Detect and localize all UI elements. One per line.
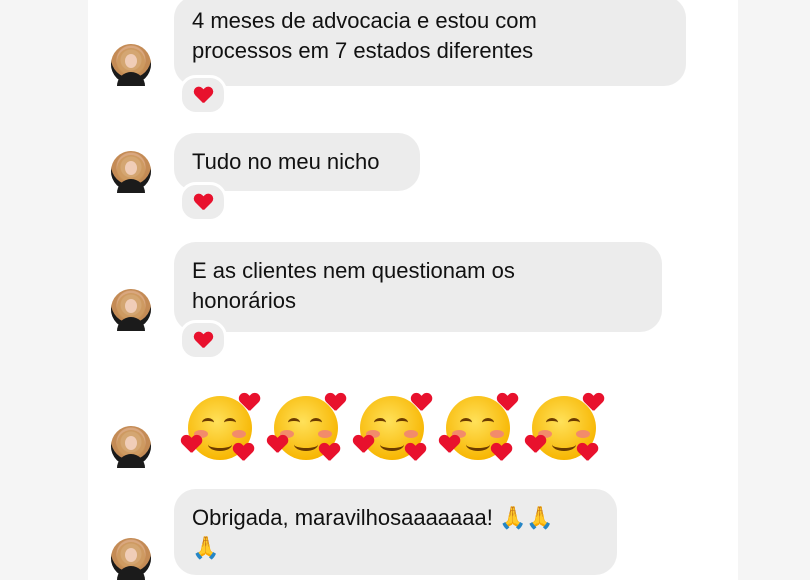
- message-bubble[interactable]: 4 meses de advocacia e estou com process…: [174, 0, 686, 86]
- avatar[interactable]: [111, 44, 151, 86]
- heart-icon: [194, 194, 212, 210]
- reaction-badge[interactable]: [179, 182, 227, 222]
- smiling-face-with-hearts-icon: [526, 388, 606, 468]
- avatar[interactable]: [111, 289, 151, 331]
- chat-thread: 4 meses de advocacia e estou com process…: [88, 0, 738, 580]
- message-text: E as clientes nem questionam os honorári…: [192, 258, 515, 313]
- smiling-face-with-hearts-icon: [440, 388, 520, 468]
- avatar[interactable]: [111, 426, 151, 468]
- message-bubble[interactable]: Obrigada, maravilhosaaaaaaa! 🙏🙏 🙏: [174, 489, 617, 575]
- message-text: 4 meses de advocacia e estou com process…: [192, 8, 537, 63]
- smiling-face-with-hearts-icon: [354, 388, 434, 468]
- smiling-face-with-hearts-icon: [182, 388, 262, 468]
- smiling-face-with-hearts-icon: [268, 388, 348, 468]
- avatar[interactable]: [111, 151, 151, 193]
- heart-icon: [194, 87, 212, 103]
- reaction-badge[interactable]: [179, 75, 227, 115]
- message-bubble[interactable]: E as clientes nem questionam os honorári…: [174, 242, 662, 332]
- heart-icon: [194, 332, 212, 348]
- reaction-badge[interactable]: [179, 320, 227, 360]
- avatar[interactable]: [111, 538, 151, 580]
- message-text: Obrigada, maravilhosaaaaaaa! 🙏🙏 🙏: [192, 505, 554, 560]
- emoji-message[interactable]: [182, 388, 606, 470]
- message-text: Tudo no meu nicho: [192, 149, 380, 174]
